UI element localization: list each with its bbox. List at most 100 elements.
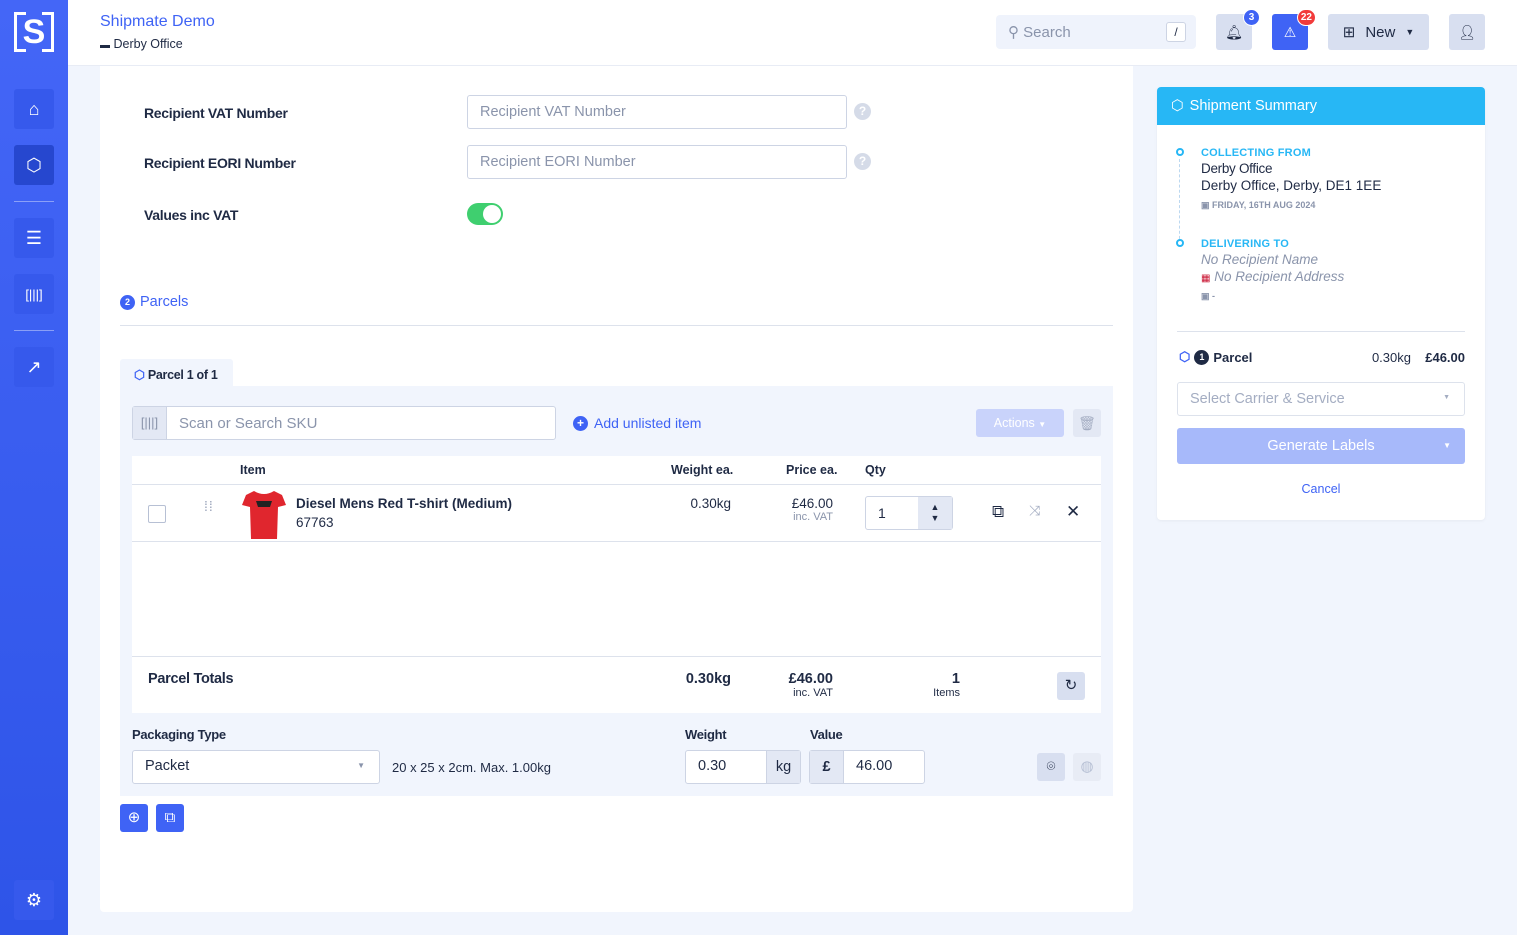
- values-inc-vat-toggle[interactable]: [467, 203, 503, 225]
- caret-down-icon: ▼: [357, 761, 365, 770]
- parcel-weight: 0.30kg: [1371, 350, 1411, 365]
- sidebar-item-home[interactable]: ⌂: [14, 89, 54, 129]
- total-value: £46.00 inc. VAT: [788, 671, 833, 699]
- plus-circle-icon: ⊕: [127, 809, 141, 826]
- barcode-icon: [|||]: [25, 286, 43, 302]
- stepper-arrows-icon[interactable]: ▲ ▼: [918, 497, 952, 529]
- parcel-totals: Parcel Totals 0.30kg £46.00 inc. VAT 1 Ite…: [132, 656, 1101, 713]
- packaging-type-label: Packaging Type: [132, 727, 226, 742]
- parcel-panel: [|||] Scan or Search SKU + Add unlisted it…: [120, 386, 1113, 796]
- tab-parcel-1[interactable]: ⬡ Parcel 1 of 1: [120, 359, 233, 387]
- split-icon[interactable]: ⤨: [1029, 502, 1040, 519]
- carrier-service-select[interactable]: Select Carrier & Service ▼: [1177, 382, 1465, 416]
- collecting-name: Derby Office: [1201, 161, 1273, 176]
- header: Shipmate Demo ▬ Derby Office ⚲ Search / 🔔…: [68, 0, 1517, 66]
- scan-dimensions-button[interactable]: ⌾: [1037, 753, 1065, 781]
- eori-label: Recipient EORI Number: [144, 155, 296, 171]
- currency-symbol: £: [810, 751, 844, 783]
- barcode-icon[interactable]: [|||]: [133, 407, 167, 439]
- delivering-label: DELIVERING TO: [1201, 238, 1289, 250]
- warning-icon: ⚠: [1283, 23, 1297, 40]
- uk-flag-icon: ▦: [1201, 273, 1211, 284]
- add-parcel-button[interactable]: ⊕: [120, 804, 148, 832]
- app-title[interactable]: Shipmate Demo: [100, 13, 215, 31]
- add-unlisted-item-link[interactable]: + Add unlisted item: [573, 415, 701, 431]
- summary-header: ⬡ Shipment Summary: [1157, 87, 1485, 125]
- value-label: Value: [810, 727, 843, 742]
- new-button[interactable]: ⊞ New ▼: [1328, 14, 1429, 50]
- drag-handle-icon[interactable]: ⁞⁞: [204, 499, 213, 513]
- location[interactable]: ▬ Derby Office: [100, 37, 183, 51]
- quantity-stepper[interactable]: 1 ▲ ▼: [865, 496, 953, 530]
- alerts-button[interactable]: ⚠ 22: [1272, 9, 1316, 50]
- item-price: £46.00 inc. VAT: [791, 496, 833, 523]
- item-name[interactable]: Diesel Mens Red T-shirt (Medium): [296, 496, 512, 511]
- user-menu-button[interactable]: 👤︎: [1449, 14, 1485, 50]
- globe-icon: ◍: [1080, 758, 1094, 775]
- eori-input[interactable]: Recipient EORI Number: [467, 145, 847, 179]
- row-checkbox[interactable]: [148, 505, 166, 523]
- timeline-dot: [1176, 239, 1184, 247]
- trash-icon: 🗑︎: [1078, 415, 1096, 431]
- collecting-address: Derby Office, Derby, DE1 1EE: [1201, 178, 1382, 193]
- collecting-label: COLLECTING FROM: [1201, 147, 1311, 159]
- bell-icon: 🔔︎: [1225, 23, 1243, 40]
- caret-down-icon[interactable]: ▼: [1443, 428, 1451, 464]
- duplicate-parcel-button[interactable]: ⧉: [156, 804, 184, 832]
- scan-icon: ⌾: [1046, 758, 1056, 775]
- value-input[interactable]: £46.00: [809, 750, 925, 784]
- copy-icon: ⧉: [164, 809, 176, 826]
- caret-down-icon: ▼: [1443, 394, 1450, 401]
- sidebar-item-shipments[interactable]: ⬡: [14, 145, 54, 185]
- delete-parcel-button[interactable]: 🗑︎: [1073, 409, 1101, 437]
- shipment-summary: ⬡ Shipment Summary COLLECTING FROM Derby …: [1157, 87, 1485, 520]
- total-items: 1 Items: [933, 671, 960, 699]
- parcel-summary: ⬡ 1 Parcel: [1179, 349, 1253, 365]
- sidebar-item-contacts[interactable]: ☰: [14, 218, 54, 258]
- vat-input[interactable]: Recipient VAT Number: [467, 95, 847, 129]
- box-icon: ⬡: [26, 154, 42, 175]
- generate-labels-button[interactable]: Generate Labels ▼: [1177, 428, 1465, 464]
- recipient-address: ▦ No Recipient Address: [1201, 269, 1345, 284]
- search-icon: ⚲: [1008, 24, 1019, 41]
- item-weight: 0.30kg: [690, 496, 731, 511]
- copy-icon[interactable]: ⧉: [992, 502, 1004, 522]
- sku-search-input[interactable]: [|||] Scan or Search SKU: [132, 406, 556, 440]
- box-icon: ⬡: [1179, 349, 1191, 364]
- sidebar-item-barcode[interactable]: [|||]: [14, 274, 54, 314]
- vat-label: Recipient VAT Number: [144, 105, 288, 121]
- close-icon[interactable]: ✕: [1066, 502, 1080, 522]
- shipment-form: Recipient VAT Number Recipient VAT Numbe…: [100, 66, 1133, 912]
- sidebar-divider: [14, 201, 54, 202]
- notifications-badge: 3: [1243, 9, 1260, 26]
- weight-input[interactable]: 0.30 kg: [685, 750, 801, 784]
- notifications-button[interactable]: 🔔︎ 3: [1216, 9, 1260, 50]
- refresh-icon: ↻: [1064, 677, 1078, 694]
- actions-button[interactable]: Actions ▼: [976, 409, 1064, 437]
- sidebar-item-analytics[interactable]: ↗: [14, 347, 54, 387]
- delivering-date: ▣ -: [1201, 291, 1216, 301]
- refresh-totals-button[interactable]: ↻: [1057, 672, 1085, 700]
- help-icon[interactable]: ?: [854, 153, 871, 170]
- contacts-icon: ☰: [25, 227, 43, 248]
- column-header-price: Price ea.: [786, 463, 838, 477]
- cancel-link[interactable]: Cancel: [1157, 482, 1485, 496]
- timeline-dot: [1176, 148, 1184, 156]
- box-icon: ⬡: [1171, 98, 1184, 114]
- sidebar-item-settings[interactable]: ⚙: [14, 880, 54, 920]
- parcel-totals-label: Parcel Totals: [148, 671, 234, 687]
- gear-icon: ⚙: [25, 889, 43, 910]
- collecting-date: ▣ FRIDAY, 16TH AUG 2024: [1201, 200, 1316, 210]
- weight-label: Weight: [685, 727, 727, 742]
- values-inc-vat-label: Values inc VAT: [144, 207, 239, 223]
- total-weight: 0.30kg: [685, 671, 731, 687]
- globe-button[interactable]: ◍: [1073, 753, 1101, 781]
- help-icon[interactable]: ?: [854, 103, 871, 120]
- parcel-value: £46.00: [1425, 350, 1465, 365]
- packaging-type-select[interactable]: Packet ▼: [132, 750, 380, 784]
- calendar-icon: ▣: [1201, 291, 1210, 301]
- section-number: 2: [120, 294, 135, 310]
- search-input[interactable]: ⚲ Search /: [996, 15, 1196, 49]
- column-header-weight: Weight ea.: [671, 463, 734, 477]
- shipmate-logo[interactable]: S: [14, 12, 54, 52]
